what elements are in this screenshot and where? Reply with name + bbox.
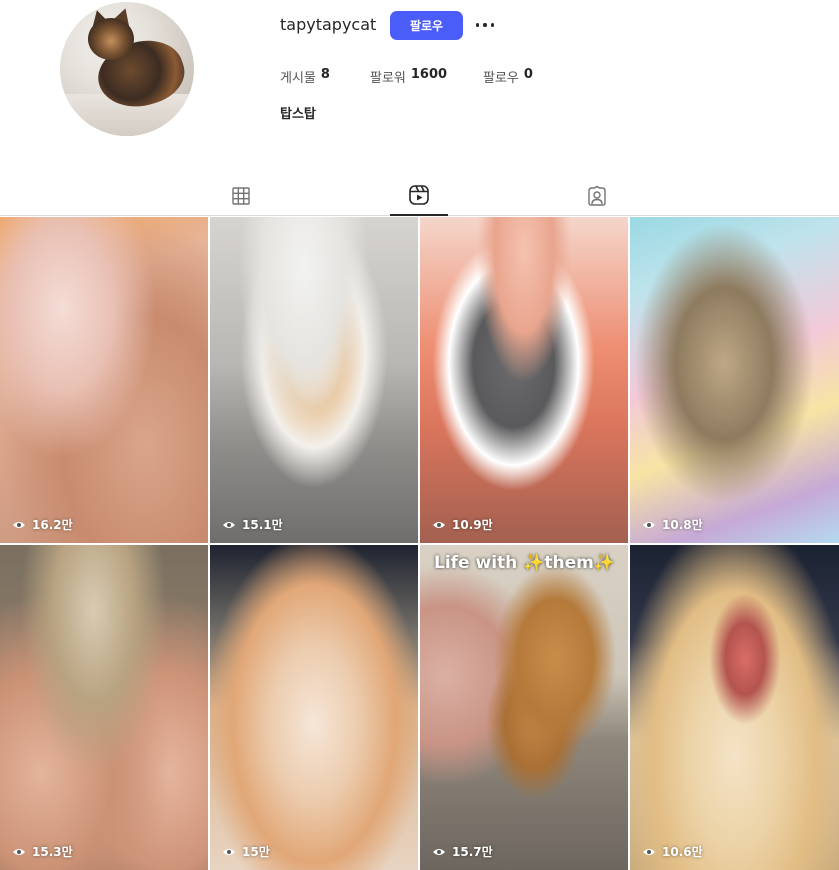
eye-icon xyxy=(433,521,445,528)
stat-following-value: 0 xyxy=(523,67,533,82)
view-count: 15.3만 xyxy=(12,843,73,860)
view-count: 15만 xyxy=(222,843,270,860)
reels-grid: 16.2만 15.1만 10.9만 10.8만 15.3만 15만 Life w xyxy=(0,217,839,870)
profile-username: tapytapycat xyxy=(280,15,377,34)
tab-tagged[interactable] xyxy=(578,176,616,216)
view-count: 15.7만 xyxy=(432,843,493,860)
tab-posts-grid[interactable] xyxy=(222,176,260,216)
eye-icon xyxy=(643,521,655,528)
view-count-label: 10.9만 xyxy=(452,518,493,532)
eye-icon xyxy=(433,848,445,855)
view-count-label: 15.3만 xyxy=(32,845,73,859)
reel-thumbnail[interactable]: 10.8만 xyxy=(630,217,839,543)
reel-thumbnail[interactable]: 16.2만 xyxy=(0,217,208,543)
view-count-label: 15.1만 xyxy=(242,518,283,532)
more-options-icon[interactable] xyxy=(474,14,496,36)
eye-icon xyxy=(223,848,235,855)
eye-icon xyxy=(13,521,25,528)
view-count: 16.2만 xyxy=(12,516,73,533)
grid-icon xyxy=(232,187,250,205)
view-count-label: 15만 xyxy=(242,845,270,859)
view-count: 10.6만 xyxy=(642,843,703,860)
reel-thumbnail[interactable]: 15.1만 xyxy=(210,217,418,543)
reel-thumbnail[interactable]: 10.6만 xyxy=(630,545,839,870)
profile-stats: 게시물 8 팔로워 1600 팔로우 0 xyxy=(280,67,533,86)
view-count: 10.8만 xyxy=(642,516,703,533)
avatar-cat-head xyxy=(88,18,134,60)
profile-tabs xyxy=(0,176,839,216)
profile-avatar[interactable] xyxy=(60,2,194,136)
reel-thumbnail[interactable]: 10.9만 xyxy=(420,217,628,543)
view-count-label: 16.2만 xyxy=(32,518,73,532)
view-count-label: 15.7만 xyxy=(452,845,493,859)
follow-button[interactable]: 팔로우 xyxy=(390,11,463,40)
view-count: 10.9만 xyxy=(432,516,493,533)
reel-thumbnail[interactable]: Life with ✨them✨ 15.7만 xyxy=(420,545,628,870)
stat-followers-value: 1600 xyxy=(410,67,448,82)
profile-display-name: 탑스탑 xyxy=(280,107,316,122)
eye-icon xyxy=(223,521,235,528)
stat-followers-label: 팔로워 xyxy=(370,71,406,86)
view-count-label: 10.8만 xyxy=(662,518,703,532)
tagged-icon xyxy=(588,185,606,206)
stat-posts[interactable]: 게시물 8 xyxy=(280,67,370,86)
view-count: 15.1만 xyxy=(222,516,283,533)
view-count-label: 10.6만 xyxy=(662,845,703,859)
stat-following-label: 팔로우 xyxy=(483,71,519,86)
tab-reels[interactable] xyxy=(390,176,448,216)
stat-posts-value: 8 xyxy=(320,67,330,82)
stat-posts-label: 게시물 xyxy=(280,71,316,86)
stat-following[interactable]: 팔로우 0 xyxy=(483,67,533,86)
reels-icon xyxy=(409,185,429,205)
stat-followers[interactable]: 팔로워 1600 xyxy=(370,67,483,86)
eye-icon xyxy=(13,848,25,855)
eye-icon xyxy=(643,848,655,855)
reel-caption-overlay: Life with ✨them✨ xyxy=(434,553,615,573)
reel-thumbnail[interactable]: 15만 xyxy=(210,545,418,870)
reel-thumbnail[interactable]: 15.3만 xyxy=(0,545,208,870)
